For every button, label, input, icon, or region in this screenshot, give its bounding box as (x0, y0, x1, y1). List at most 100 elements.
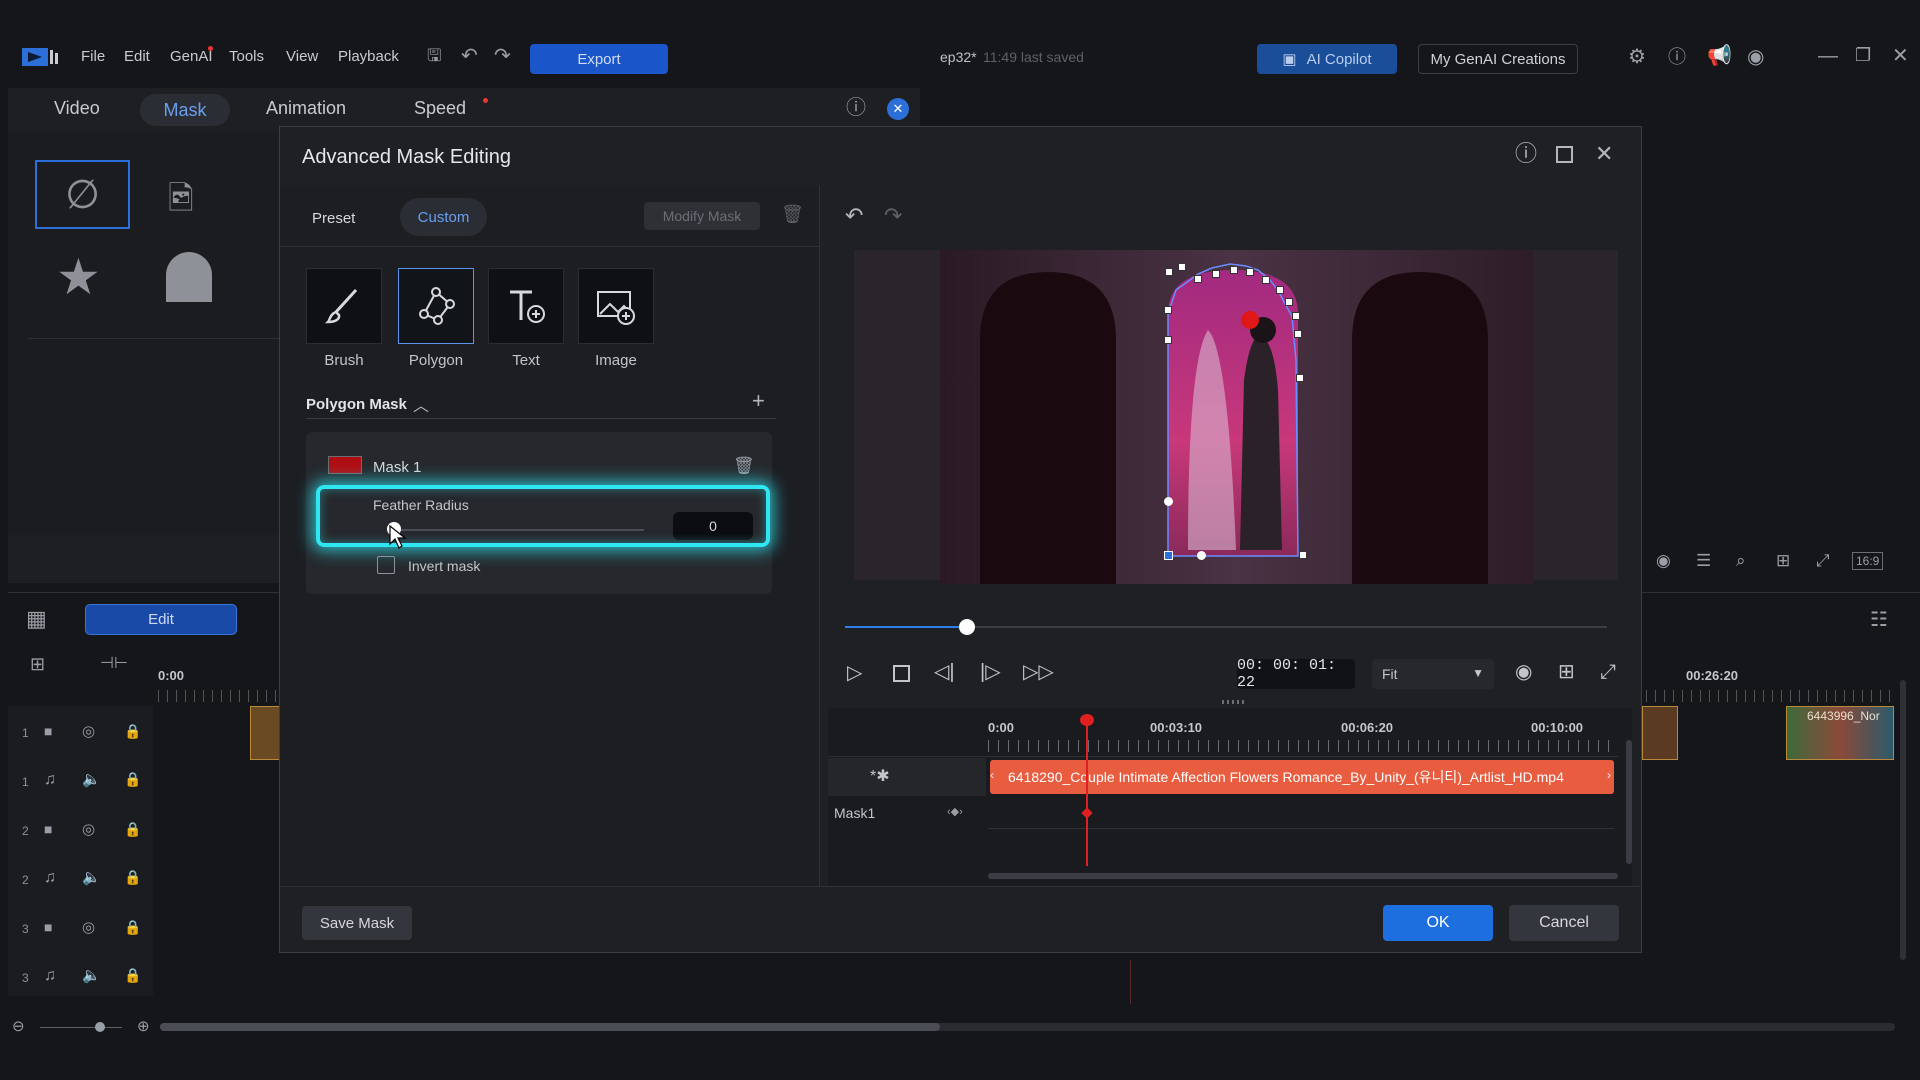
polygon-point[interactable] (1262, 276, 1270, 284)
redo-icon[interactable]: ↷ (494, 46, 511, 66)
zoom-slider-track[interactable] (40, 1027, 122, 1028)
zoom-out-icon[interactable]: ⊖ (12, 1019, 25, 1034)
mask-color-swatch[interactable] (328, 456, 362, 474)
playhead[interactable] (1086, 722, 1088, 866)
add-mask-icon[interactable]: + (752, 388, 765, 414)
modify-mask-button[interactable]: Modify Mask (644, 202, 760, 230)
dialog-close-icon[interactable]: ✕ (1595, 143, 1613, 165)
dialog-help-icon[interactable]: ⓘ (1515, 143, 1537, 165)
dialog-timeline-scrollbar[interactable] (988, 873, 1618, 879)
fit-timeline-icon[interactable]: ⊣⊢ (100, 656, 128, 672)
menu-edit[interactable]: Edit (124, 48, 150, 65)
zoom-in-icon[interactable]: ⊕ (137, 1019, 150, 1034)
polygon-point[interactable] (1194, 275, 1202, 283)
trash-icon[interactable]: 🗑 (781, 204, 804, 225)
close-app-icon[interactable]: ✕ (1892, 46, 1909, 66)
account-icon[interactable]: ◉ (1747, 47, 1764, 67)
resize-grip[interactable] (1222, 700, 1246, 704)
zoom-dropdown[interactable]: Fit ▼ (1372, 659, 1494, 689)
preview-redo-icon[interactable]: ↷ (884, 205, 902, 227)
polygon-tool[interactable] (398, 268, 474, 344)
menu-view[interactable]: View (286, 48, 318, 65)
polygon-handle[interactable] (1164, 497, 1173, 506)
fast-forward-icon[interactable]: ▷▷ (1023, 662, 1054, 682)
brush-tool[interactable] (306, 268, 382, 344)
undo-icon[interactable]: ↶ (461, 46, 478, 66)
polygon-point[interactable] (1299, 551, 1307, 559)
cancel-button[interactable]: Cancel (1509, 905, 1619, 941)
minimize-icon[interactable]: — (1818, 46, 1838, 66)
no-mask-preset[interactable]: ∅ (35, 160, 130, 229)
video-preview[interactable] (940, 250, 1533, 584)
snapshot-icon[interactable]: ◉ (1656, 552, 1671, 569)
polygon-point[interactable] (1178, 263, 1186, 271)
lock-icon[interactable]: 🔒 (124, 822, 141, 836)
bg-scrollbar-thumb[interactable] (160, 1023, 940, 1031)
tab-close-icon[interactable]: ✕ (887, 98, 909, 120)
eye-preview-icon[interactable]: ◉ (1515, 662, 1532, 682)
lock-icon[interactable]: 🔒 (124, 968, 141, 982)
lock-icon[interactable]: 🔒 (124, 724, 141, 738)
polygon-point[interactable] (1212, 270, 1220, 278)
lock-icon[interactable]: 🔒 (124, 920, 141, 934)
polygon-point[interactable] (1285, 298, 1293, 306)
play-icon[interactable]: ▷ (847, 663, 862, 683)
bg-horizontal-scrollbar[interactable] (160, 1023, 1895, 1031)
text-tool[interactable] (488, 268, 564, 344)
eye-icon[interactable]: ◎ (82, 724, 95, 739)
star-mask-preset-icon[interactable]: ★ (56, 252, 101, 302)
speaker-icon[interactable]: 🔈 (82, 870, 101, 885)
speaker-icon[interactable]: 🔈 (82, 968, 101, 983)
arch-mask-preset-icon[interactable] (166, 252, 212, 302)
invert-mask-checkbox[interactable] (377, 556, 395, 574)
polygon-point[interactable] (1165, 268, 1173, 276)
polygon-point[interactable] (1292, 312, 1300, 320)
image-mask-preset-icon[interactable]: 🖻 (168, 176, 212, 216)
stop-icon[interactable] (893, 665, 910, 682)
bg-clip-left[interactable] (250, 706, 280, 760)
eye-icon[interactable]: ◎ (82, 920, 95, 935)
app-logo[interactable] (22, 46, 58, 68)
expand-icon[interactable]: ⤢ (1600, 662, 1616, 682)
list-icon[interactable]: ☰ (1696, 552, 1711, 569)
bg-clip-mid[interactable] (1642, 706, 1678, 760)
dialog-timeline-vscroll[interactable] (1626, 740, 1632, 864)
image-tool[interactable] (578, 268, 654, 344)
polygon-point[interactable] (1296, 374, 1304, 382)
timecode-display[interactable]: 00: 00: 01: 22 (1237, 657, 1355, 691)
fullscreen-icon[interactable]: ⤢ (1816, 552, 1830, 569)
zoom-icon[interactable]: ⌕ (1736, 552, 1746, 569)
menu-file[interactable]: File (81, 48, 105, 65)
playback-track[interactable] (845, 619, 1607, 635)
grid-lines-icon[interactable]: ⊞ (1558, 662, 1575, 682)
polygon-point[interactable] (1230, 266, 1238, 274)
polygon-handle[interactable] (1197, 551, 1206, 560)
bg-clip-right[interactable]: 6443996_Nor (1786, 706, 1894, 760)
bg-vertical-scrollbar[interactable] (1900, 680, 1906, 960)
timeline-layout-icon[interactable]: ▦ (26, 608, 47, 630)
polygon-point[interactable] (1276, 286, 1284, 294)
clip-right-handle-icon[interactable]: › (1607, 768, 1611, 782)
ai-copilot-button[interactable]: ▣ AI Copilot (1257, 44, 1397, 74)
edit-button[interactable]: Edit (85, 604, 237, 635)
add-track-icon[interactable]: ⊞ (30, 655, 45, 673)
aspect-ratio-button[interactable]: 16:9 (1852, 552, 1884, 570)
lock-icon[interactable]: 🔒 (124, 870, 141, 884)
tab-animation[interactable]: Animation (266, 98, 346, 119)
my-genai-creations-button[interactable]: My GenAI Creations (1418, 44, 1578, 74)
tab-speed[interactable]: Speed (414, 98, 466, 119)
polygon-point[interactable] (1246, 268, 1254, 276)
playback-thumb[interactable] (958, 619, 975, 635)
menu-playback[interactable]: Playback (338, 48, 399, 65)
polygon-point-selected[interactable] (1164, 551, 1173, 560)
preview-undo-icon[interactable]: ↶ (845, 205, 863, 227)
keyframe-nav-icon[interactable]: ‹◆› (947, 805, 963, 818)
custom-tab[interactable]: Custom (400, 198, 487, 236)
preset-tab[interactable]: Preset (312, 210, 355, 227)
properties-icon[interactable]: ☷ (1870, 610, 1888, 630)
speaker-icon[interactable]: 🔈 (82, 772, 101, 787)
previous-frame-icon[interactable]: ◁| (934, 662, 955, 682)
help-icon[interactable]: ⓘ (1668, 48, 1686, 66)
polygon-point[interactable] (1164, 306, 1172, 314)
polygon-point[interactable] (1164, 336, 1172, 344)
